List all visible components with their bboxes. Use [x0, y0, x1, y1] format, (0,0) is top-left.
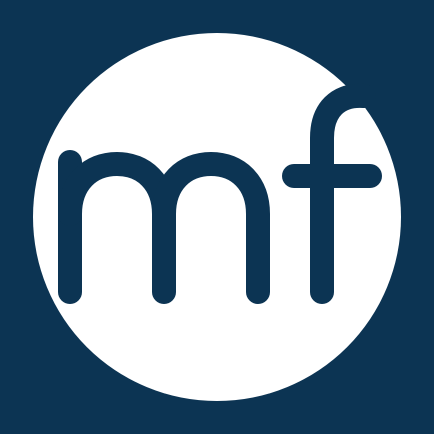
mf-logo-icon — [0, 0, 434, 434]
